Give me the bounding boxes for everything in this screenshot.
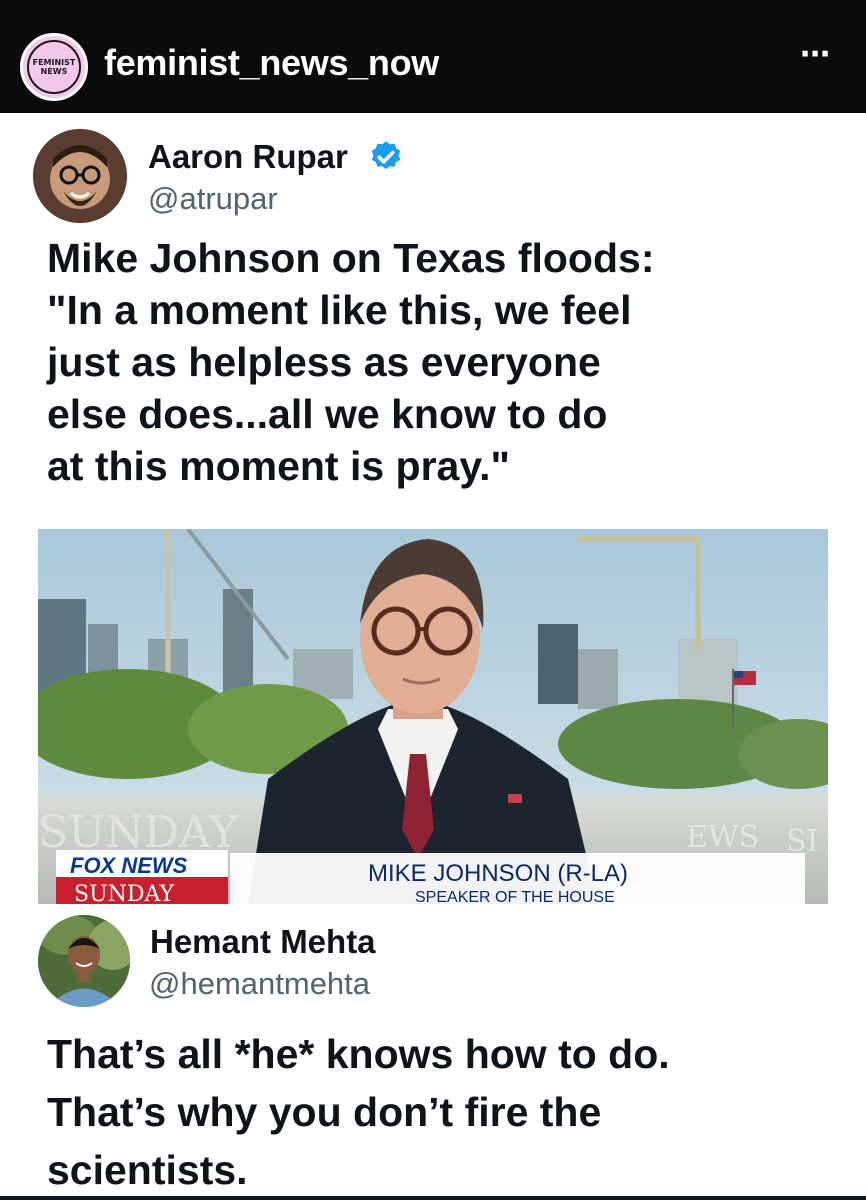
avatar-logo-line1: FEMINIST [32, 58, 76, 67]
tweet1-handle[interactable]: @atrupar [148, 181, 278, 217]
person-avatar-icon [38, 915, 130, 1007]
fox-news-logo: FOX NEWS [70, 853, 188, 878]
avatar-logo-line2: NEWS [40, 67, 68, 76]
tweet1-line-5: at this moment is pray." [47, 443, 510, 489]
tweet2-line-2: That’s why you don’t fire the [47, 1089, 602, 1135]
tweet2-line-3: scientists. [47, 1147, 248, 1193]
backdrop-text-right: EWS [686, 820, 759, 855]
account-username[interactable]: feminist_news_now [104, 42, 439, 84]
lower-third-title: SPEAKER OF THE HOUSE [415, 889, 615, 904]
avatar-logo: FEMINIST NEWS [27, 40, 81, 94]
person-avatar-icon [33, 129, 127, 223]
bottom-divider [0, 1196, 866, 1200]
tweet2-body: That’s all *he* knows how to do. That’s … [47, 1025, 847, 1199]
tweet1-news-image[interactable]: SUNDAY EWS SI FOX NEWS SUNDAY MIKE JOHNS… [38, 529, 828, 904]
tweet1-line-1: Mike Johnson on Texas floods: [47, 235, 655, 281]
tweet1-author-name[interactable]: Aaron Rupar [148, 138, 348, 176]
news-broadcast-scene: SUNDAY EWS SI FOX NEWS SUNDAY MIKE JOHNS… [38, 529, 828, 904]
post-header: FEMINIST NEWS feminist_news_now ⋯ [0, 0, 866, 113]
tweet1-avatar[interactable] [33, 129, 127, 223]
tweet1-line-2: "In a moment like this, we feel [47, 287, 632, 333]
more-options-icon[interactable]: ⋯ [800, 40, 832, 70]
tweet2-line-1: That’s all *he* knows how to do. [47, 1031, 670, 1077]
fox-news-show: SUNDAY [74, 882, 174, 904]
tweet1-line-3: just as helpless as everyone [47, 339, 601, 385]
tweet2-author-name[interactable]: Hemant Mehta [150, 923, 376, 961]
tweet1-line-4: else does...all we know to do [47, 391, 608, 437]
tweet2-handle[interactable]: @hemantmehta [149, 966, 370, 1002]
lower-third-name: MIKE JOHNSON (R-LA) [368, 860, 628, 887]
tweet1-body: Mike Johnson on Texas floods: "In a mome… [47, 232, 847, 492]
tweet2-avatar[interactable] [38, 915, 130, 1007]
account-avatar[interactable]: FEMINIST NEWS [20, 33, 88, 101]
verified-badge-icon [371, 141, 401, 170]
